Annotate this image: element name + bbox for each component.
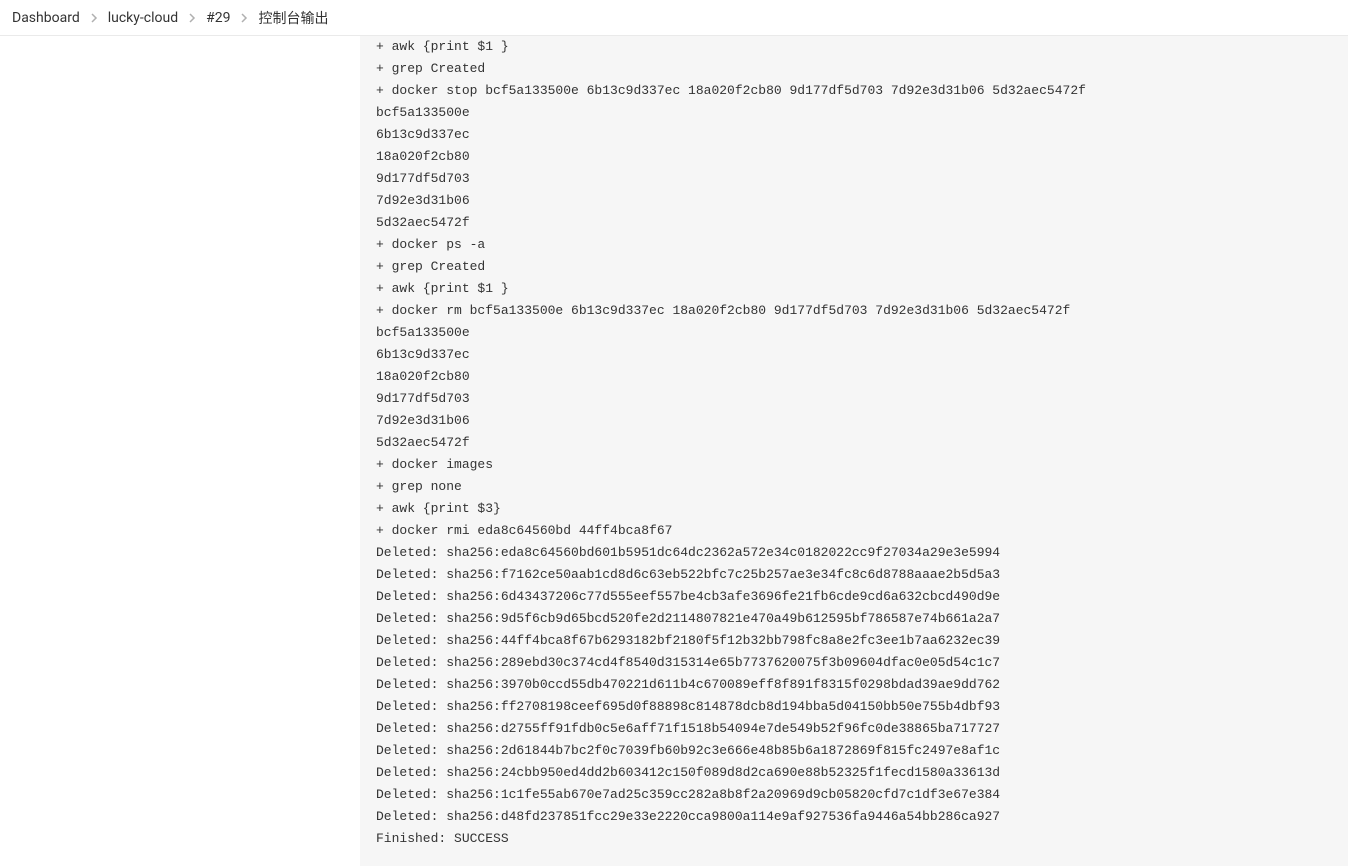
- chevron-right-icon: [240, 13, 248, 23]
- content-area: + awk {print $1 } + grep Created + docke…: [360, 36, 1348, 866]
- breadcrumb-build-number[interactable]: #29: [206, 10, 230, 26]
- chevron-right-icon: [188, 13, 196, 23]
- breadcrumb-dashboard[interactable]: Dashboard: [12, 10, 80, 26]
- main-layout: + awk {print $1 } + grep Created + docke…: [0, 36, 1348, 866]
- breadcrumb-current: 控制台输出: [258, 8, 328, 28]
- breadcrumb: Dashboard lucky-cloud #29 控制台输出: [0, 0, 1348, 36]
- console-output[interactable]: + awk {print $1 } + grep Created + docke…: [376, 36, 1332, 850]
- sidebar: [0, 36, 360, 866]
- breadcrumb-project[interactable]: lucky-cloud: [108, 10, 178, 26]
- chevron-right-icon: [90, 13, 98, 23]
